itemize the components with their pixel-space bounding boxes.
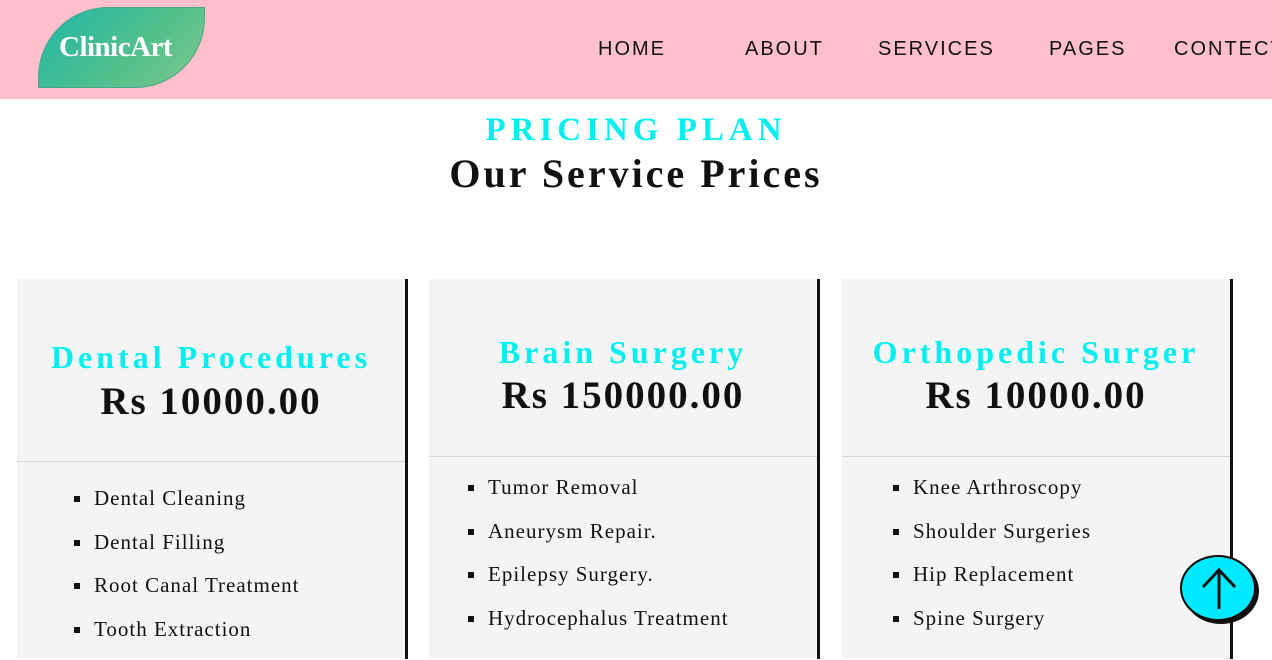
list-item: Hip Replacement: [893, 562, 1091, 606]
arrow-up-icon: [1200, 567, 1238, 611]
service-list: Dental Cleaning Dental Filling Root Cana…: [74, 486, 300, 660]
section-title: Our Service Prices: [0, 150, 1272, 197]
nav-about[interactable]: ABOUT: [745, 38, 824, 61]
list-item: Epilepsy Surgery.: [468, 562, 729, 606]
list-item: Tooth Extraction: [74, 617, 300, 660]
list-item: Spine Surgery: [893, 606, 1091, 650]
nav-contact[interactable]: CONTECT: [1174, 38, 1272, 61]
card-header: Brain Surgery Rs 150000.00: [429, 279, 817, 457]
list-item: Hydrocephalus Treatment: [468, 606, 729, 650]
list-item: Tumor Removal: [468, 475, 729, 519]
card-title: Orthopedic Surger: [842, 334, 1230, 371]
list-item: Aneurysm Repair.: [468, 519, 729, 563]
card-price: Rs 150000.00: [429, 373, 817, 418]
site-header: ClinicArt HOME ABOUT SERVICES PAGES CONT…: [0, 0, 1272, 99]
card-price: Rs 10000.00: [17, 379, 405, 424]
list-item: Shoulder Surgeries: [893, 519, 1091, 563]
back-to-top-button[interactable]: [1180, 555, 1256, 621]
section-kicker: PRICING PLAN: [0, 112, 1272, 149]
logo-text: ClinicArt: [59, 31, 172, 64]
list-item: Root Canal Treatment: [74, 573, 300, 617]
pricing-card-orthopedic: Orthopedic Surger Rs 10000.00 Knee Arthr…: [842, 279, 1233, 659]
service-list: Knee Arthroscopy Shoulder Surgeries Hip …: [893, 475, 1091, 649]
logo[interactable]: ClinicArt: [38, 7, 205, 88]
nav-services[interactable]: SERVICES: [878, 38, 995, 61]
card-title: Dental Procedures: [17, 339, 405, 376]
list-item: Dental Cleaning: [74, 486, 300, 530]
card-title: Brain Surgery: [429, 334, 817, 371]
pricing-card-brain: Brain Surgery Rs 150000.00 Tumor Removal…: [429, 279, 820, 659]
list-item: Knee Arthroscopy: [893, 475, 1091, 519]
card-header: Dental Procedures Rs 10000.00: [17, 279, 405, 462]
nav-home[interactable]: HOME: [598, 38, 666, 61]
pricing-card-dental: Dental Procedures Rs 10000.00 Dental Cle…: [17, 279, 408, 659]
list-item: Dental Filling: [74, 530, 300, 574]
nav-pages[interactable]: PAGES: [1049, 38, 1126, 61]
card-price: Rs 10000.00: [842, 373, 1230, 418]
service-list: Tumor Removal Aneurysm Repair. Epilepsy …: [468, 475, 729, 649]
card-header: Orthopedic Surger Rs 10000.00: [842, 279, 1230, 457]
